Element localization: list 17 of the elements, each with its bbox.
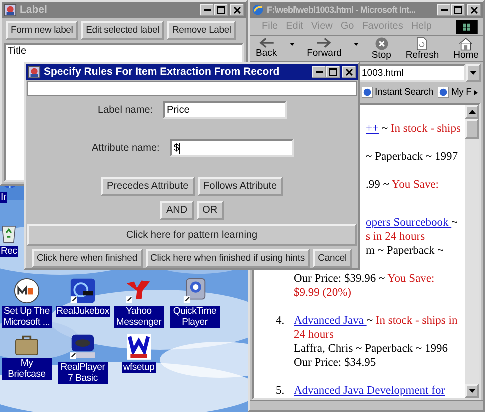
window-title: Specify Rules For Item Extraction From Record (44, 66, 281, 78)
list-number: 5. (276, 384, 286, 398)
window-title: F:\webl\webl1003.html - Microsoft Int... (267, 5, 417, 15)
listing-line: Our Price: $34.95 (294, 356, 378, 370)
field-label: Label name: (98, 104, 154, 116)
listing-line: ++ ~ In stock - ships (366, 122, 461, 136)
list-number: 4. (276, 314, 286, 329)
listing-line: Advanced Java ~ In stock - ships in 24 hours (294, 314, 459, 342)
listing-line: opers Sourcebook ~ (366, 216, 459, 230)
window-title: Label (20, 4, 48, 16)
listing-line: Our Price: $39.96 ~ You Save: $9.99 (20%) (294, 272, 436, 300)
listing-line: s in 24 hours (366, 230, 426, 244)
listing-line: .99 ~ You Save: (366, 178, 440, 192)
field-label: Attribute name: (92, 142, 160, 154)
listing-line: Laffra, Chris ~ Paperback ~ 1996 (294, 342, 450, 356)
listing-line: ~ Paperback ~ 1997 (366, 150, 459, 164)
listing-line: m ~ Paperback ~ (366, 244, 445, 258)
